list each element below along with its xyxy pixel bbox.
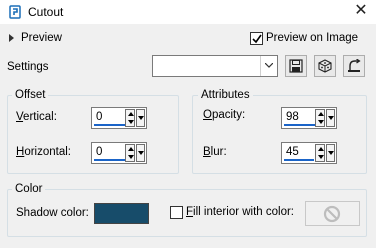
save-icon [289,59,303,73]
blur-spinbox[interactable]: 45 [281,142,337,164]
opacity-label: Opacity: [203,109,246,121]
settings-dropdown[interactable] [152,55,278,77]
opacity-stepper[interactable] [315,109,325,127]
settings-label: Settings [7,61,49,73]
chevron-down-icon[interactable] [260,56,277,76]
attributes-group [192,95,367,174]
vertical-label: Vertical: [16,111,57,123]
opacity-value[interactable]: 98 [286,111,299,123]
vertical-stepper[interactable] [125,109,135,127]
blur-slider-bar[interactable] [284,159,314,161]
blur-dropdown-arrow-icon[interactable] [326,144,335,162]
dice-icon [318,59,332,73]
fill-color-swatch[interactable] [305,201,360,226]
horizontal-spinbox[interactable]: 0 [91,142,147,164]
close-icon[interactable]: ✕ [352,2,370,20]
blur-value[interactable]: 45 [286,146,299,158]
title-bar: Cutout ✕ [0,0,376,24]
fill-interior-label[interactable]: Fill interior with color: [186,206,294,218]
window-title: Cutout [28,5,64,19]
horizontal-dropdown-arrow-icon[interactable] [136,144,145,162]
opacity-spinbox[interactable]: 98 [281,107,337,129]
offset-title: Offset [12,89,49,101]
horizontal-label: Horizontal: [16,146,71,158]
shadow-color-label: Shadow color: [16,207,89,219]
shadow-color-swatch[interactable] [94,203,149,224]
checkmark-icon [252,34,262,44]
blur-label: Blur: [203,146,227,158]
horizontal-stepper[interactable] [125,144,135,162]
no-color-icon [323,205,341,223]
randomize-button[interactable] [314,55,336,77]
preview-on-image-label[interactable]: Preview on Image [266,32,358,44]
horizontal-value[interactable]: 0 [96,146,102,158]
vertical-spinbox[interactable]: 0 [91,107,147,129]
save-preset-button[interactable] [285,55,307,77]
fill-interior-checkbox[interactable] [170,206,183,219]
attributes-title: Attributes [198,89,253,101]
preview-toggle[interactable]: Preview [21,32,62,44]
blur-stepper[interactable] [315,144,325,162]
vertical-value[interactable]: 0 [96,111,102,123]
expand-preview-icon[interactable] [9,34,14,42]
preview-on-image-checkbox[interactable] [250,32,263,45]
reset-icon [348,59,361,72]
opacity-dropdown-arrow-icon[interactable] [326,109,335,127]
app-logo-icon [9,5,21,19]
reset-defaults-button[interactable] [343,55,365,77]
vertical-dropdown-arrow-icon[interactable] [136,109,145,127]
color-title: Color [12,183,46,195]
